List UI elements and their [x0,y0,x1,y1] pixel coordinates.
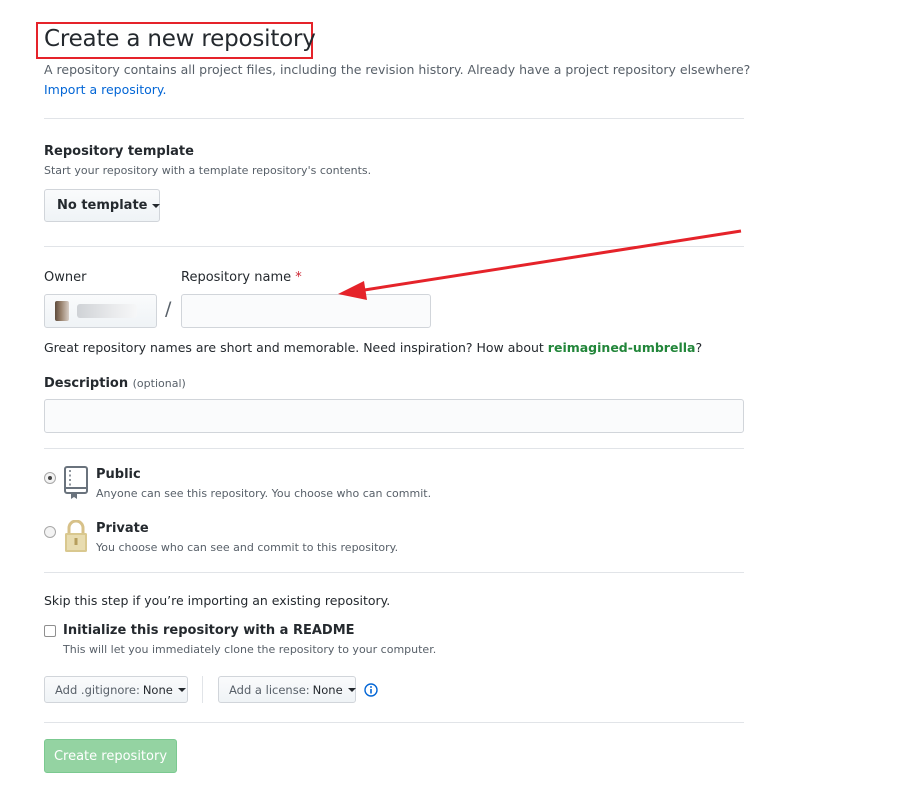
license-value: None [312,682,343,697]
lock-icon [65,520,87,552]
suggestion-suffix: ? [695,340,703,355]
owner-name-blurred [77,304,137,318]
license-prefix: Add a license: [229,682,310,697]
vertical-divider [202,676,203,703]
caret-down-icon [347,687,356,692]
gitignore-prefix: Add .gitignore: [55,682,140,697]
page-title: Create a new repository [44,26,316,52]
readme-checkbox[interactable] [44,625,56,637]
private-title: Private [96,521,149,536]
divider [44,722,744,723]
private-description: You choose who can see and commit to thi… [96,541,399,554]
template-dropdown-label: No template [57,198,148,213]
gitignore-value: None [142,682,173,697]
create-repository-button[interactable]: Create repository [44,739,177,773]
repo-name-label: Repository name * [181,270,302,285]
owner-select[interactable] [44,294,157,328]
owner-label: Owner [44,270,87,285]
divider [44,572,744,573]
owner-avatar [55,301,69,321]
required-marker: * [295,270,302,285]
caret-down-icon [152,203,161,208]
suggestion-prefix: Great repository names are short and mem… [44,340,548,355]
import-repository-link[interactable]: Import a repository. [44,82,167,97]
suggested-name-link[interactable]: reimagined-umbrella [548,340,696,355]
public-title: Public [96,467,141,482]
gitignore-dropdown-button[interactable]: Add .gitignore: None [44,676,188,703]
owner-repo-separator: / [165,298,172,320]
caret-down-icon [177,687,186,692]
readme-note: This will let you immediately clone the … [63,643,437,656]
private-radio[interactable] [44,526,56,538]
template-dropdown-button[interactable]: No template [44,189,161,222]
description-label-text: Description [44,376,129,391]
description-optional: (optional) [132,377,186,390]
template-label: Repository template [44,144,194,159]
public-radio[interactable] [44,472,56,484]
skip-step-text: Skip this step if you’re importing an ex… [44,593,391,608]
name-suggestion: Great repository names are short and mem… [44,340,702,355]
repo-book-icon [64,466,88,499]
description-input[interactable] [44,399,744,433]
template-note: Start your repository with a template re… [44,164,372,177]
repo-name-label-text: Repository name [181,270,292,285]
readme-label: Initialize this repository with a README [63,623,355,638]
divider [44,118,744,119]
public-description: Anyone can see this repository. You choo… [96,487,432,500]
annotation-arrow [338,229,742,300]
page-subtitle: A repository contains all project files,… [44,62,751,77]
license-dropdown-button[interactable]: Add a license: None [218,676,356,703]
info-icon[interactable] [364,683,378,697]
divider [44,448,744,449]
description-label: Description (optional) [44,376,186,391]
